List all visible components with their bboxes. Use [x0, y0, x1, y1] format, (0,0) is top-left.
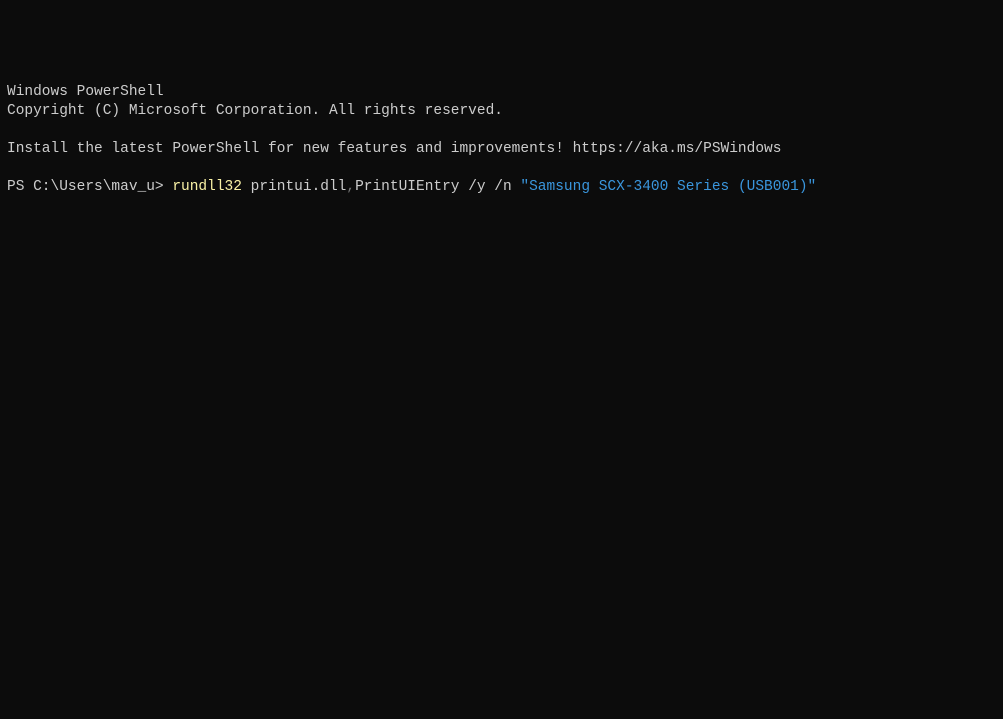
command-name: rundll32 — [172, 179, 242, 195]
command-string-arg: "Samsung SCX-3400 Series (USB001)" — [520, 179, 816, 195]
install-message-text: Install the latest PowerShell for new fe… — [7, 141, 573, 157]
command-args-1: printui.dll — [242, 179, 346, 195]
command-line[interactable]: PS C:\Users\mav_u> rundll32 printui.dll,… — [7, 178, 996, 197]
command-comma: , — [346, 179, 355, 195]
prompt-prefix: PS C:\Users\mav_u> — [7, 179, 172, 195]
header-line-2: Copyright (C) Microsoft Corporation. All… — [7, 102, 996, 121]
blank-line — [7, 121, 996, 140]
command-args-2: PrintUIEntry /y /n — [355, 179, 520, 195]
header-line-1: Windows PowerShell — [7, 83, 996, 102]
install-message-url: https://aka.ms/PSWindows — [573, 141, 782, 157]
install-message-line: Install the latest PowerShell for new fe… — [7, 140, 996, 159]
powershell-terminal[interactable]: Windows PowerShellCopyright (C) Microsof… — [7, 83, 996, 624]
blank-line — [7, 159, 996, 178]
